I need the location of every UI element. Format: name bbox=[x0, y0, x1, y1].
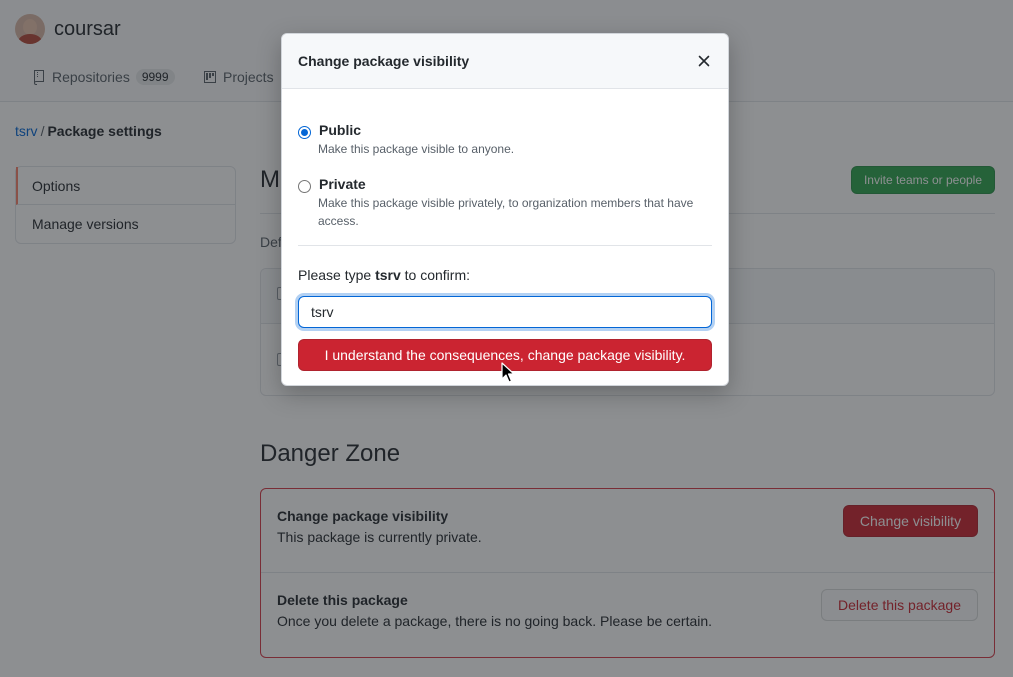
dialog-header: Change package visibility bbox=[282, 34, 728, 89]
private-note: Make this package visible privately, to … bbox=[318, 196, 694, 228]
confirm-package-name: tsrv bbox=[375, 267, 401, 283]
private-radio[interactable] bbox=[298, 180, 311, 193]
confirm-instruction: Please type tsrv to confirm: bbox=[298, 267, 470, 283]
change-visibility-dialog: Change package visibility Public Make th… bbox=[281, 33, 729, 386]
close-button[interactable] bbox=[695, 52, 713, 70]
confirm-change-visibility-button[interactable]: I understand the consequences, change pa… bbox=[298, 339, 712, 371]
dialog-title: Change package visibility bbox=[298, 53, 470, 69]
confirm-input[interactable] bbox=[298, 296, 712, 328]
confirm-suffix: to confirm: bbox=[404, 267, 470, 283]
confirm-prefix: Please type bbox=[298, 267, 372, 283]
public-label[interactable]: Public bbox=[319, 122, 361, 138]
public-note: Make this package visible to anyone. bbox=[318, 142, 515, 156]
dialog-divider bbox=[298, 245, 712, 246]
close-icon bbox=[698, 55, 710, 67]
public-radio[interactable] bbox=[298, 126, 311, 139]
private-label[interactable]: Private bbox=[319, 176, 366, 192]
